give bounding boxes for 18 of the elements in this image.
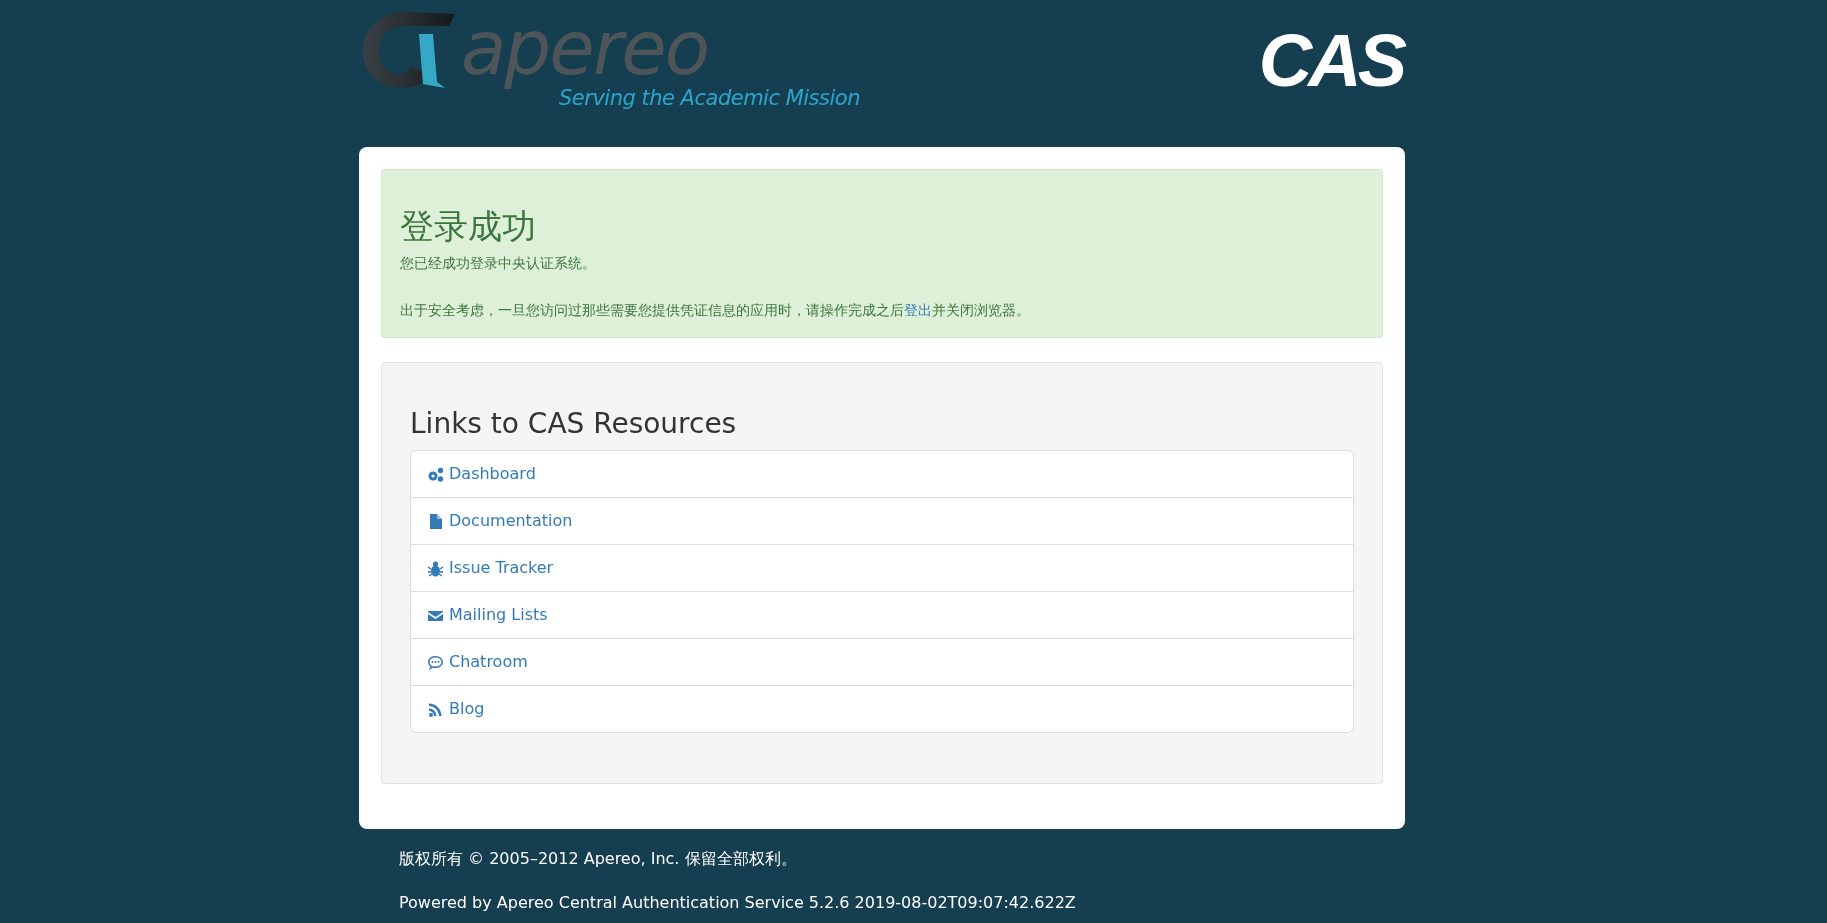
logout-link[interactable]: 登出: [904, 301, 932, 318]
resource-link[interactable]: Blog: [410, 686, 1354, 734]
alert-message: 您已经成功登录中央认证系统。: [400, 253, 597, 273]
resource-link[interactable]: Mailing Lists: [410, 592, 1354, 640]
alert-notice: 出于安全考虑，一旦您访问过那些需要您提供凭证信息的应用时，请操作完成之后登出 并关闭浏览器。: [400, 300, 1031, 320]
resource-link[interactable]: Issue Tracker: [410, 545, 1354, 593]
file-icon: [427, 512, 444, 530]
brand-tagline: Serving the Academic Mission: [559, 86, 860, 110]
resource-link[interactable]: Chatroom: [410, 639, 1354, 687]
chat-icon: [427, 653, 444, 671]
bug-icon: [427, 559, 444, 577]
resource-link[interactable]: Dashboard: [410, 450, 1354, 499]
alert-title: 登录成功: [400, 206, 537, 247]
resources-title: Links to CAS Resources: [410, 406, 738, 441]
product-logo: CAS: [1258, 24, 1403, 98]
resource-link[interactable]: Documentation: [410, 498, 1354, 546]
powered-by-text: Powered by Apereo Central Authentication Service 5.2.6 2019-08-02T09:07:42.622Z: [399, 892, 1077, 915]
copyright-text: 版权所有 © 2005–2012 Apereo, Inc. 保留全部权利。: [399, 848, 798, 871]
